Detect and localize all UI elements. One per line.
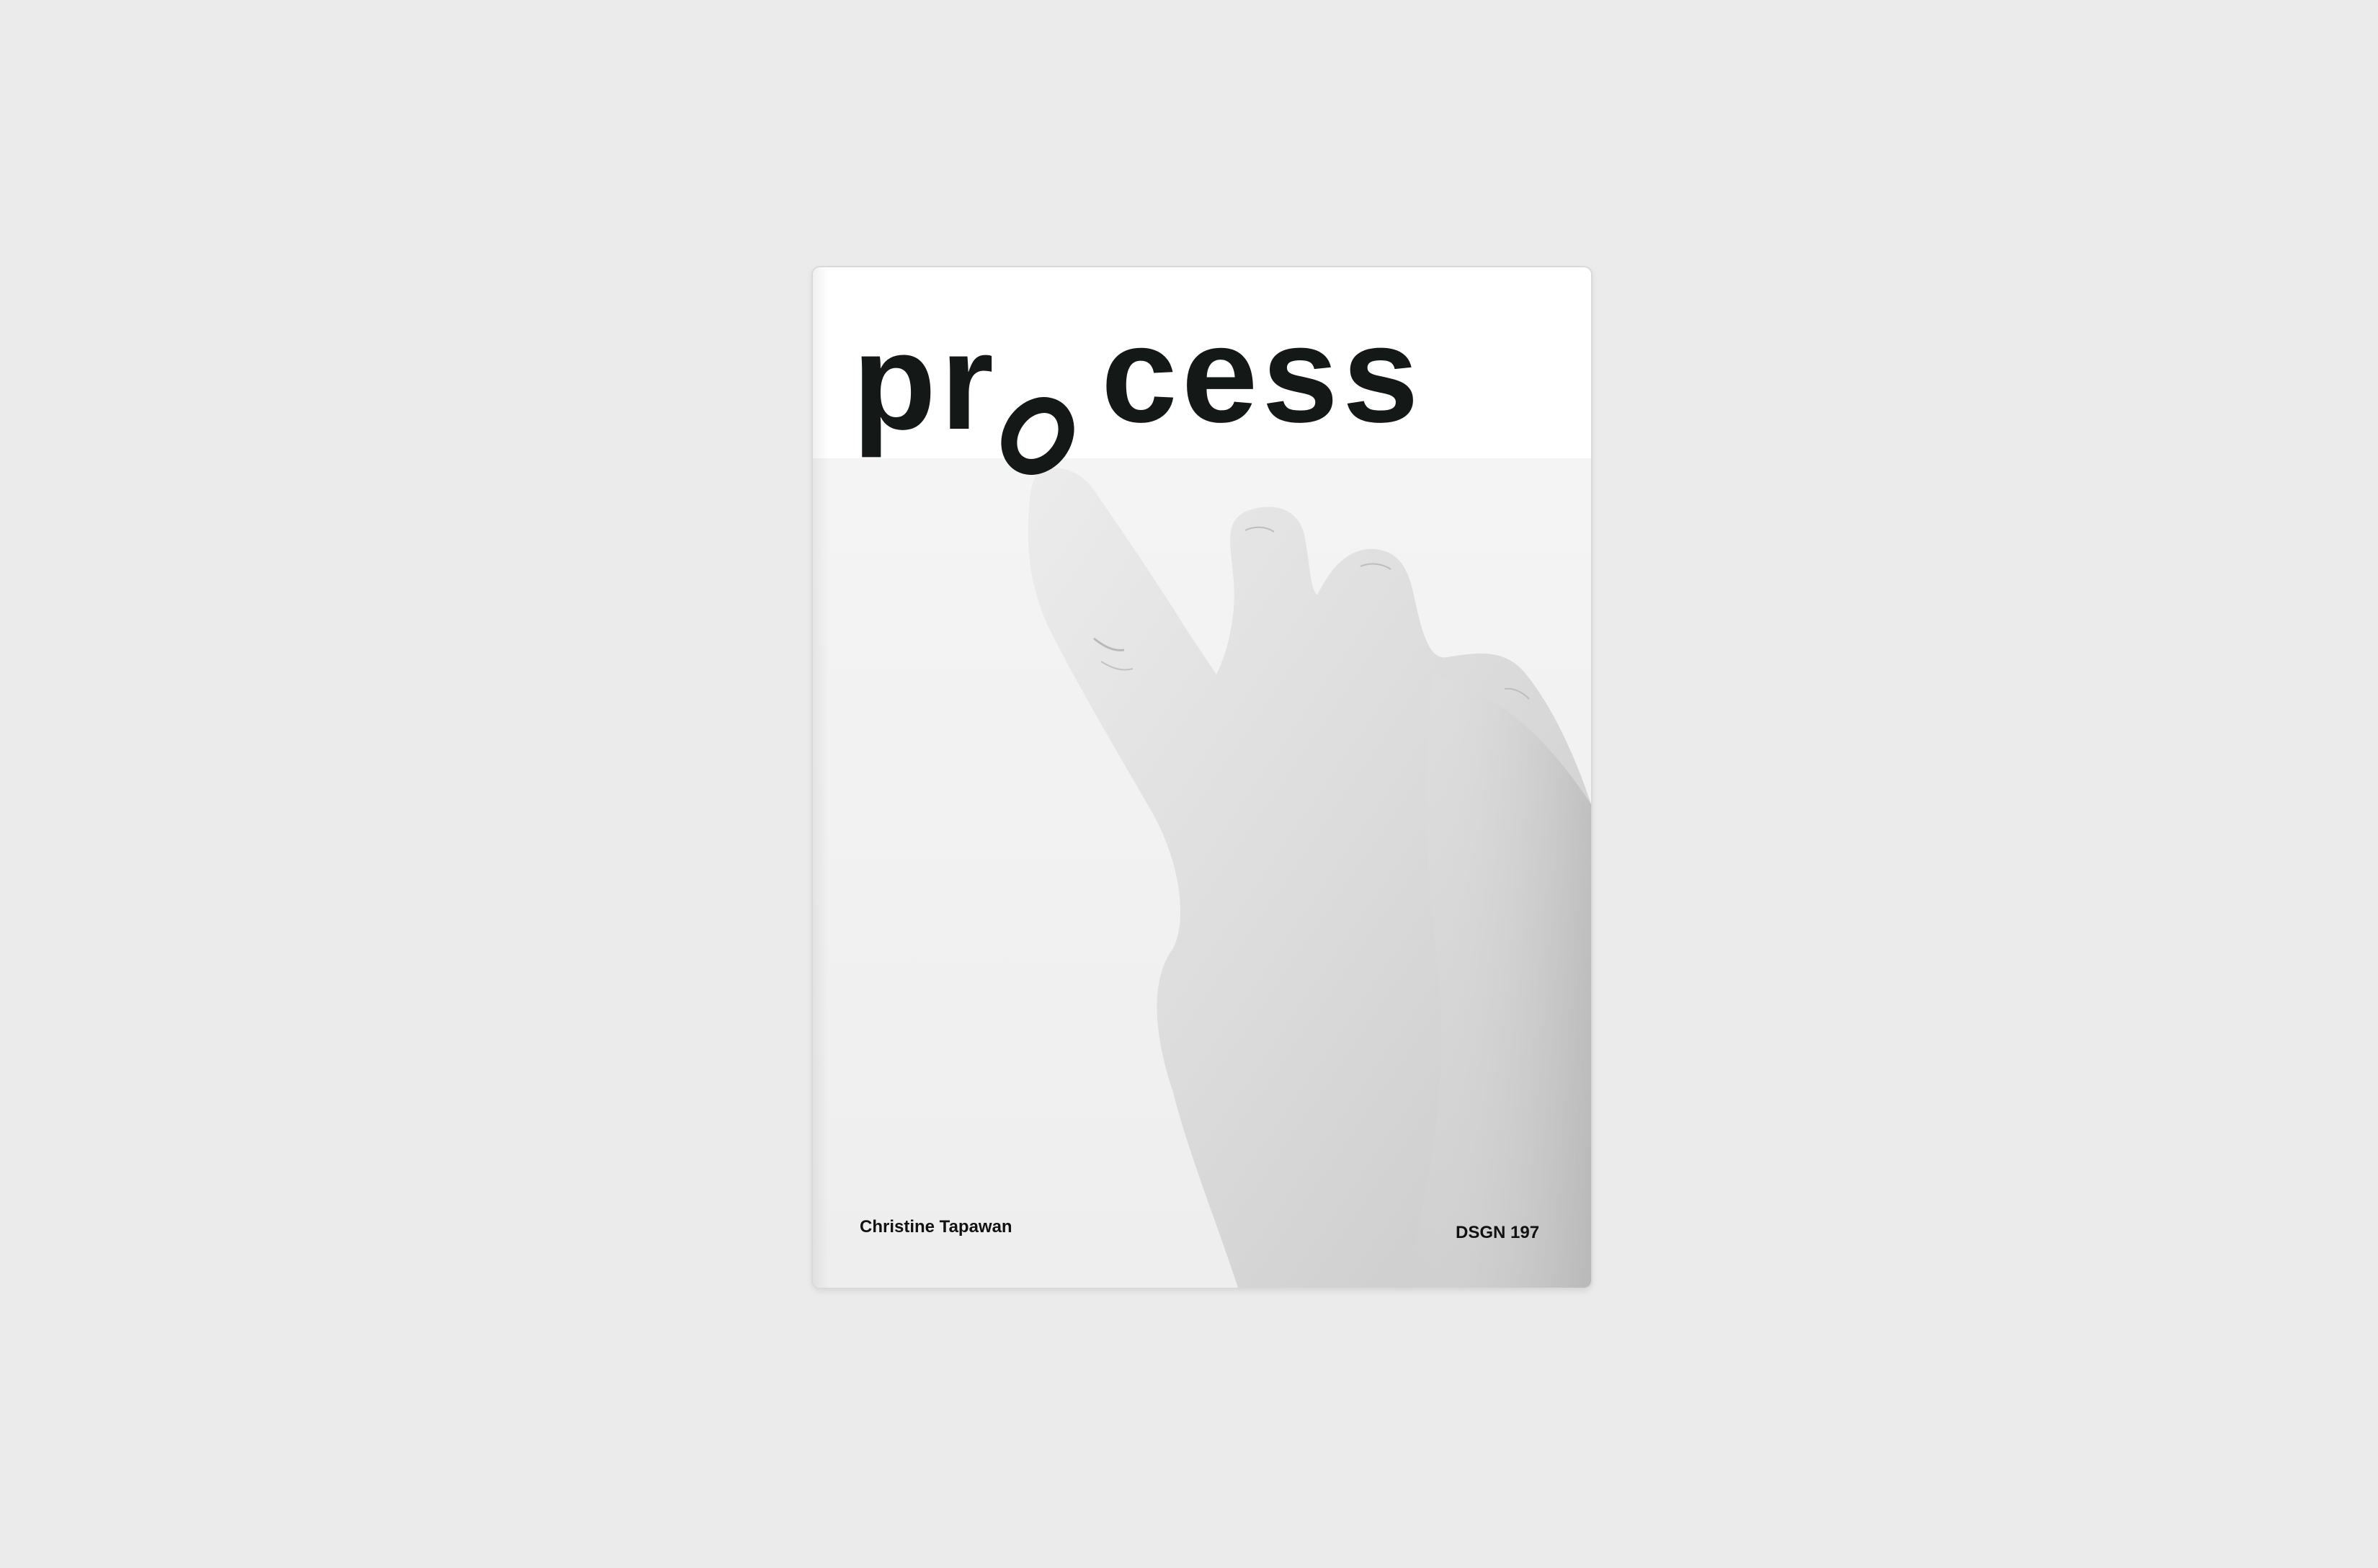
title-part-o — [1000, 364, 1079, 475]
title-part-cess: cess — [1101, 298, 1423, 451]
hand-pointing-image — [813, 458, 1591, 1288]
mockup-stage: pr cess Christine Tapawan DSGN 197 — [0, 0, 2378, 1568]
falling-o-letter — [1001, 397, 1074, 475]
title-part-pr: pr — [852, 306, 998, 458]
author-name: Christine Tapawan — [860, 1217, 1012, 1237]
course-code: DSGN 197 — [1456, 1223, 1540, 1242]
spine-shadow — [813, 267, 829, 1288]
book-cover: pr cess Christine Tapawan DSGN 197 — [813, 267, 1591, 1288]
hand-illustration — [1028, 468, 1591, 1288]
title-band: pr cess — [813, 267, 1591, 475]
